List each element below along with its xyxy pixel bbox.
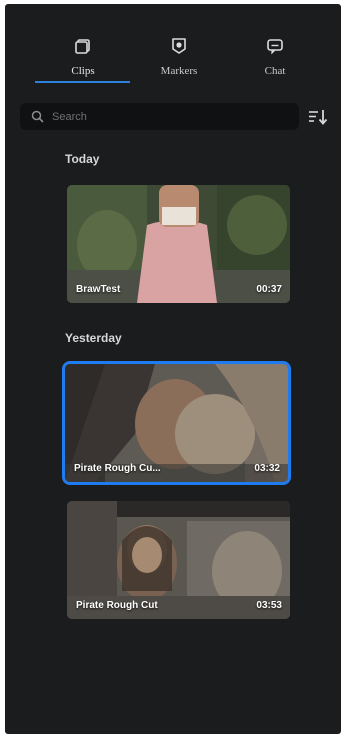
tab-chat-label: Chat (264, 65, 286, 77)
clip-title: Pirate Rough Cut (76, 600, 158, 611)
section-header-today: Today (65, 152, 100, 166)
section-header-yesterday: Yesterday (65, 331, 122, 345)
clips-icon (75, 39, 90, 54)
markers-icon (172, 38, 186, 54)
clip-duration: 03:53 (256, 600, 282, 611)
tab-clips[interactable]: Clips (37, 34, 129, 84)
chat-icon (267, 39, 283, 55)
search-input[interactable] (50, 106, 294, 128)
clip-card[interactable]: Pirate Rough Cut 03:53 (67, 501, 290, 619)
search-icon (31, 110, 44, 123)
tab-markers-label: Markers (160, 65, 198, 77)
clips-panel: Clips Markers Chat Search Today BrawTest… (5, 4, 341, 734)
clip-duration: 03:32 (254, 463, 280, 474)
active-tab-indicator (35, 81, 130, 83)
clip-duration: 00:37 (256, 284, 282, 295)
tab-chat[interactable]: Chat (229, 34, 321, 84)
clip-card-selected[interactable]: Pirate Rough Cu... 03:32 (62, 361, 291, 485)
tab-markers[interactable]: Markers (133, 34, 225, 84)
clip-title: BrawTest (76, 284, 121, 295)
clip-card[interactable]: BrawTest 00:37 (67, 185, 290, 303)
sort-icon (309, 110, 328, 125)
clip-title: Pirate Rough Cu... (74, 463, 161, 474)
search-box[interactable] (20, 103, 299, 130)
sort-button[interactable] (307, 108, 329, 126)
tab-clips-label: Clips (71, 65, 95, 77)
